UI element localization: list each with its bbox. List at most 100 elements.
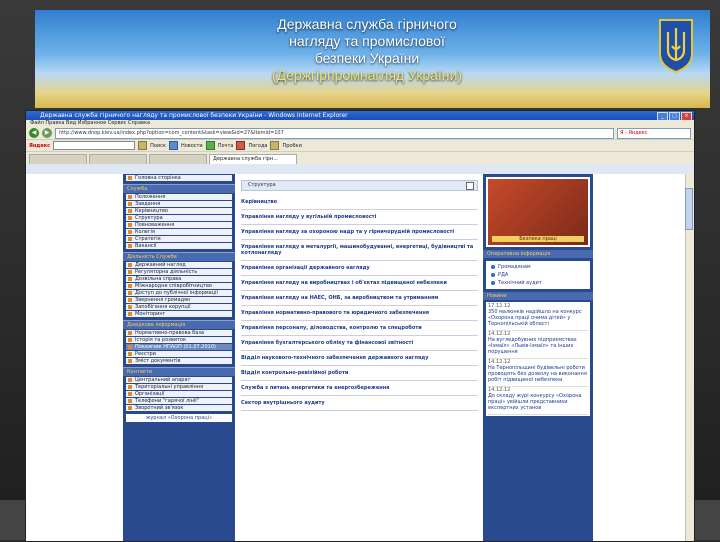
main-content: Структура Керівництво Управління нагляду… xyxy=(237,174,482,541)
scrollbar-thumb[interactable] xyxy=(685,188,693,230)
structure-link[interactable]: Управління нагляду на НАЕС, ОНБ, за виро… xyxy=(241,291,478,306)
sidebar-item[interactable]: Реєстри xyxy=(126,351,232,357)
sidebar-item[interactable]: Державний нагляд xyxy=(126,262,232,268)
toolbar-item-1[interactable]: Поиск xyxy=(150,143,166,149)
sidebar-item-home[interactable]: Головна сторінка xyxy=(126,175,232,181)
sidebar-item[interactable]: Структура xyxy=(126,215,232,221)
toolbar-item-5[interactable]: Пробки xyxy=(282,143,301,149)
toolbar-icon[interactable] xyxy=(270,141,280,150)
web-page: Головна сторінка Служба Положення Завдан… xyxy=(123,174,593,541)
toolbar-icon[interactable] xyxy=(205,141,215,150)
sidebar-item[interactable]: Керівництво xyxy=(126,208,232,214)
sidebar-item[interactable]: Дозвільна справа xyxy=(126,276,232,282)
sidebar-item[interactable]: Територіальні управління xyxy=(126,384,232,390)
news-item[interactable]: До складу журі конкурсу «Охорона праці» … xyxy=(488,393,588,415)
sidebar-item[interactable]: Нормативно-правова база xyxy=(126,330,232,336)
back-button[interactable]: ◀ xyxy=(29,128,39,138)
page-title: Структура xyxy=(248,182,276,188)
address-bar-row: ◀ ▶ http://www.dnop.kiev.ua/index.php?op… xyxy=(26,127,694,139)
minimize-button[interactable]: _ xyxy=(657,112,668,120)
news-item[interactable]: На вугледобувних підприємствах «Ізмаїл» … xyxy=(488,337,588,359)
structure-link[interactable]: Управління нагляду у вугільній промислов… xyxy=(241,210,478,225)
sidebar-item[interactable]: Положення xyxy=(126,194,232,200)
sidebar-item[interactable]: Міжнародне співробітництво xyxy=(126,283,232,289)
banner-line-4: (Держгірпромнагляд України) xyxy=(271,67,463,83)
tab-2[interactable] xyxy=(89,154,147,164)
tab-3[interactable] xyxy=(149,154,207,164)
news-list: 17.12.12 350 малюнків надійшло на конкур… xyxy=(486,302,590,416)
journal-link[interactable]: журнал «Охорона праці» xyxy=(126,414,232,422)
sidebar-section-reference: Довідкова інформація xyxy=(123,320,235,329)
sidebar-item[interactable]: Історія та розвиток xyxy=(126,337,232,343)
info-link[interactable]: Технічний аудит xyxy=(488,279,588,287)
magazine-banner[interactable]: Безпека праці xyxy=(486,177,590,247)
structure-link[interactable]: Управління нагляду за охороною надр та у… xyxy=(241,225,478,240)
address-input[interactable]: http://www.dnop.kiev.ua/index.php?option… xyxy=(55,127,614,139)
sidebar-section-service: Служба xyxy=(123,184,235,193)
sidebar-item[interactable]: Завдання xyxy=(126,201,232,207)
structure-link[interactable]: Керівництво xyxy=(241,195,478,210)
toolbar-icon[interactable] xyxy=(138,141,148,150)
coat-of-arms-icon xyxy=(659,19,693,74)
structure-link[interactable]: Сектор внутрішнього аудиту xyxy=(241,396,478,411)
right-sidebar: Безпека праці Оперативна інформація Гром… xyxy=(483,174,593,541)
sidebar-section-operational: Оперативна інформація xyxy=(483,250,593,258)
info-link[interactable]: Громадянам xyxy=(488,263,588,271)
banner-line-1: Державна служба гірничого xyxy=(277,16,457,32)
structure-link[interactable]: Управління нагляду на виробництвах і об'… xyxy=(241,276,478,291)
toolbar-item-3[interactable]: Почта xyxy=(218,143,234,149)
vertical-scrollbar[interactable] xyxy=(685,174,694,541)
sidebar-item[interactable]: Моніторинг xyxy=(126,311,232,317)
sidebar-item[interactable]: Зворотний зв'язок xyxy=(126,405,232,411)
operational-info-box: Громадянам РДА Технічний аудит xyxy=(486,261,590,289)
toolbar-item-2[interactable]: Новости xyxy=(181,143,203,149)
sidebar-item[interactable]: Запобігання корупції xyxy=(126,304,232,310)
structure-link[interactable]: Управління нормативно-правового та юриди… xyxy=(241,306,478,321)
sidebar-item[interactable]: Зміст документів xyxy=(126,358,232,364)
structure-link[interactable]: Управління бухгалтерського обліку та фін… xyxy=(241,336,478,351)
sidebar-item[interactable]: Повноваження xyxy=(126,222,232,228)
toolbar-item-4[interactable]: Погода xyxy=(248,143,267,149)
window-titlebar: Державна служба гірничого нагляду та про… xyxy=(26,111,694,120)
magazine-cover-image: Безпека праці xyxy=(488,179,588,245)
sidebar-section-news: Новини xyxy=(483,292,593,300)
maximize-button[interactable]: □ xyxy=(669,112,680,120)
structure-link[interactable]: Управління нагляду в металургії, машиноб… xyxy=(241,240,478,261)
tab-active[interactable]: Державна служба гірн... xyxy=(209,154,297,164)
structure-link[interactable]: Відділ наукового-технічного забезпечення… xyxy=(241,351,478,366)
sidebar-item[interactable]: Телефони "гарячої лінії" xyxy=(126,398,232,404)
sidebar-item[interactable]: Організації xyxy=(126,391,232,397)
page-viewport: Головна сторінка Служба Положення Завдан… xyxy=(26,174,694,541)
structure-link[interactable]: Управління організації державного нагляд… xyxy=(241,261,478,276)
sidebar-item[interactable]: Стратегія xyxy=(126,236,232,242)
news-item[interactable]: 350 малюнків надійшло на конкурс «Охорон… xyxy=(488,309,588,331)
structure-link[interactable]: Відділ контрольно-ревізійної роботи xyxy=(241,366,478,381)
tab-bar: Державна служба гірн... xyxy=(26,151,694,164)
banner-line-3: безпеки України xyxy=(314,50,420,66)
yandex-toolbar-label: Яндекс xyxy=(29,142,51,149)
sidebar-item[interactable]: Вакансії xyxy=(126,243,232,249)
yandex-search-input[interactable] xyxy=(53,141,136,150)
sidebar-item[interactable]: Звернення громадян xyxy=(126,297,232,303)
structure-link[interactable]: Служба з питань енергетики та енергозбер… xyxy=(241,381,478,396)
banner-title: Державна служба гірничого нагляду та про… xyxy=(257,16,477,84)
tab-1[interactable] xyxy=(29,154,87,164)
banner-line-2: нагляду та промислової xyxy=(289,33,445,49)
forward-button[interactable]: ▶ xyxy=(42,128,52,138)
news-item[interactable]: На Тернопільщині будівельні роботи прово… xyxy=(488,365,588,387)
info-link[interactable]: РДА xyxy=(488,271,588,279)
toolbar-icon[interactable] xyxy=(236,141,246,150)
sidebar-item[interactable]: Покажчик НПАОП (01.07.2010) xyxy=(126,344,232,350)
header-banner: Державна служба гірничого нагляду та про… xyxy=(35,10,710,108)
sidebar-item[interactable]: Регуляторна діяльність xyxy=(126,269,232,275)
menu-bar[interactable]: Файл Правка Вид Избранное Сервис Справка xyxy=(26,120,694,127)
magazine-label: Безпека праці xyxy=(492,236,584,242)
toolbar-icon[interactable] xyxy=(168,141,178,150)
sidebar-item[interactable]: Центральний апарат xyxy=(126,377,232,383)
sidebar-item[interactable]: Доступ до публічної інформації xyxy=(126,290,232,296)
print-icon[interactable] xyxy=(466,182,474,190)
close-button[interactable]: × xyxy=(681,112,692,120)
search-engine-input[interactable]: Я - Яндекс xyxy=(617,127,691,139)
sidebar-item[interactable]: Колегія xyxy=(126,229,232,235)
structure-link[interactable]: Управління персоналу, діловодства, контр… xyxy=(241,321,478,336)
